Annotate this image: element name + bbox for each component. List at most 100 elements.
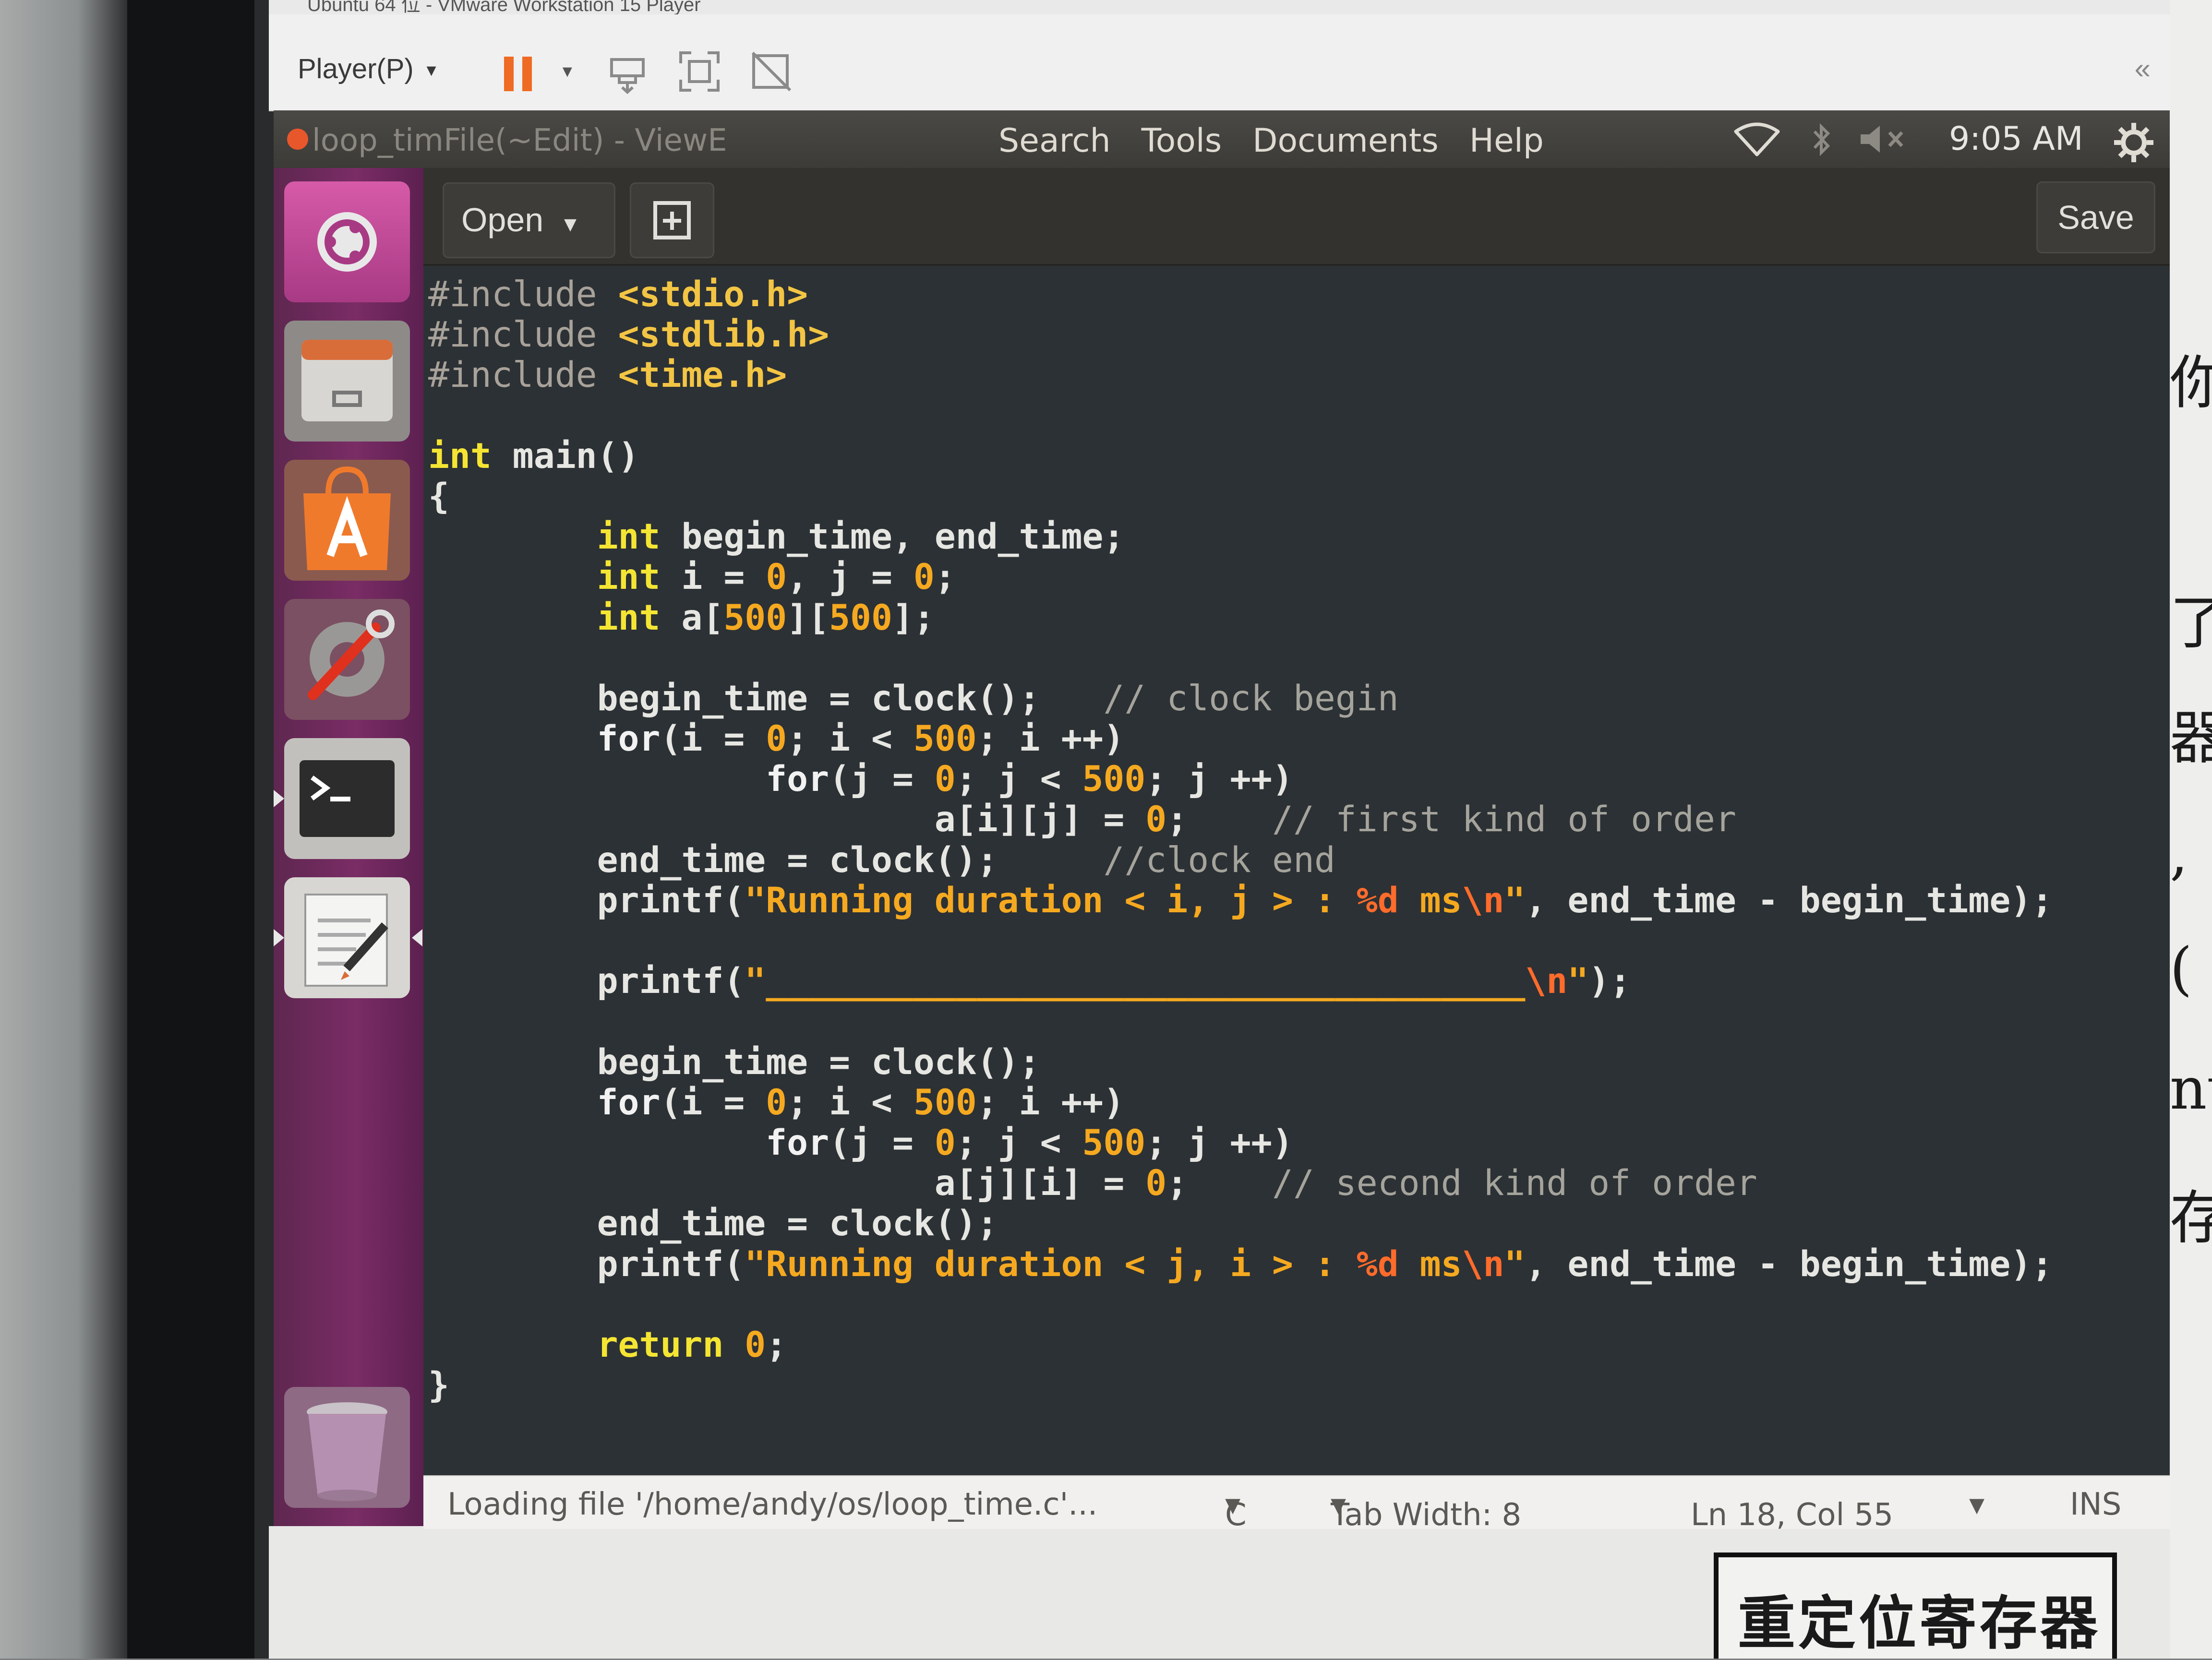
insert-mode[interactable]: INS (2070, 1487, 2121, 1522)
code-line: int begin_time, end_time; (597, 516, 1125, 558)
code-line: int i = 0, j = 0; (597, 557, 956, 598)
chevron-down-icon[interactable]: ▼ (559, 62, 576, 81)
running-indicator (274, 790, 284, 807)
launcher-text-editor-button[interactable] (284, 877, 410, 998)
player-menu-button[interactable]: Player(P) ▼ (298, 53, 439, 85)
code-line: printf("Running duration < i, j > : %d m… (428, 880, 2053, 921)
doc-char: 你 (2170, 350, 2212, 417)
code-line: end_time = clock(); (428, 1203, 998, 1244)
trash-icon (307, 1402, 387, 1501)
save-button[interactable]: Save (2036, 181, 2155, 253)
chevron-down-icon[interactable]: ▾ (1969, 1487, 1984, 1522)
monitor-bezel-strip (254, 0, 274, 1659)
background-document: 你 了 器 , ( nt 存 (2170, 0, 2212, 1659)
bluetooth-icon[interactable] (1810, 121, 1834, 159)
vmware-toolbar: Player(P) ▼ ▼ « (269, 14, 2170, 111)
vmware-title: Ubuntu 64 位 - VMware Workstation 15 Play… (307, 0, 701, 14)
code-line: for(i = 0; i < 500; i ++) (597, 718, 1125, 760)
open-button[interactable]: Open ▼ (443, 182, 615, 258)
terminal-icon (300, 760, 395, 837)
document-heading-box: 重定位寄存器 (1714, 1553, 2117, 1659)
code-line: ​ (428, 921, 2053, 961)
doc-char: 器 (2170, 705, 2212, 772)
launcher-settings-button[interactable] (284, 599, 410, 720)
code-line: #include <time.h> (428, 355, 787, 396)
window-title: loop_timFile(~Edit) - ViewE (312, 123, 727, 158)
document-heading: 重定位寄存器 (1738, 1590, 2101, 1657)
code-line: for(i = 0; i < 500; i ++) (597, 1082, 1125, 1123)
monitor-bezel-dark (127, 0, 262, 1659)
send-ctrl-alt-del-icon[interactable] (605, 49, 650, 94)
menu-bar: Search Tools Documents Help (998, 122, 1544, 160)
fullscreen-icon[interactable] (677, 49, 722, 94)
wifi-icon[interactable] (1733, 121, 1781, 157)
launcher-files-button[interactable] (284, 321, 410, 442)
volume-muted-icon[interactable] (1858, 121, 1911, 157)
ubuntu-logo-icon (317, 212, 377, 272)
code-line: int a[500][500]; (597, 597, 935, 638)
cursor-position-label: Ln 18, Col 55 (1691, 1497, 1894, 1533)
code-line: begin_time = clock(); // clock begin (428, 678, 1399, 719)
launcher-terminal-button[interactable] (284, 738, 410, 859)
doc-char: 了 (2170, 590, 2212, 657)
tab-width-label: Tab Width: 8 (1331, 1497, 1522, 1533)
code-line: begin_time = clock(); (428, 1041, 1040, 1083)
system-settings-icon (308, 609, 395, 700)
open-label: Open (461, 201, 544, 239)
chevron-down-icon: ▼ (423, 61, 440, 80)
menu-tools[interactable]: Tools (1142, 122, 1222, 160)
status-bar: Loading file '/home/andy/os/loop_time.c'… (423, 1475, 2170, 1533)
collapse-toolbar-icon[interactable]: « (2135, 52, 2151, 85)
doc-char: ( (2170, 936, 2192, 1003)
new-document-button[interactable] (630, 182, 714, 258)
shopping-bag-icon (303, 466, 391, 570)
unity-launcher (274, 168, 425, 1526)
code-line: printf("________________________________… (428, 961, 1631, 1002)
code-line: int main() (428, 435, 639, 477)
launcher-software-button[interactable] (284, 460, 410, 581)
language-selector[interactable]: C ▾ (1225, 1487, 1247, 1533)
launcher-dash-button[interactable] (284, 181, 410, 302)
code-line: #include <stdlib.h> (428, 314, 830, 356)
menu-help[interactable]: Help (1469, 122, 1544, 160)
clock[interactable]: 9:05 AM (1949, 120, 2083, 158)
code-line: return 0; (597, 1324, 787, 1365)
code-line: a[j][i] = 0; // second kind of order (428, 1163, 1757, 1204)
code-line: printf("Running duration < j, i > : %d m… (428, 1243, 2053, 1285)
launcher-trash-button[interactable] (284, 1387, 410, 1508)
monitor-bezel-left (0, 0, 130, 1659)
file-cabinet-icon (301, 340, 393, 421)
code-line: ​ (428, 396, 2053, 436)
status-message: Loading file '/home/andy/os/loop_time.c'… (447, 1487, 1098, 1522)
code-line: for(j = 0; j < 500; j ++) (766, 759, 1293, 800)
menu-search[interactable]: Search (998, 122, 1111, 160)
source-code[interactable]: #include <stdio.h> #include <stdlib.h> #in… (428, 274, 2053, 1406)
code-line: a[i][j] = 0; // first kind of order (428, 799, 1736, 840)
code-line: end_time = clock(); //clock end (428, 839, 1335, 881)
close-window-icon[interactable] (287, 129, 308, 150)
doc-char: nt (2170, 1056, 2212, 1123)
vmware-title-bar: Ubuntu 64 位 - VMware Workstation 15 Play… (269, 0, 2170, 14)
new-document-icon (653, 201, 691, 239)
unity-mode-icon[interactable] (749, 49, 794, 94)
gear-icon[interactable] (2112, 121, 2155, 164)
code-line: ​ (428, 1002, 2053, 1042)
pause-icon[interactable] (504, 57, 534, 91)
doc-char: 存 (2170, 1185, 2212, 1252)
code-line: for(j = 0; j < 500; j ++) (766, 1122, 1293, 1163)
code-line: ​ (428, 1285, 2053, 1325)
code-line: ​ (428, 638, 2053, 679)
ubuntu-top-panel: loop_timFile(~Edit) - ViewE Search Tools… (274, 110, 2170, 168)
text-editor-icon (304, 894, 388, 987)
code-line: } (428, 1365, 449, 1406)
menu-documents[interactable]: Documents (1252, 122, 1439, 160)
focused-indicator (412, 929, 422, 946)
code-line: #include <stdio.h> (428, 274, 808, 315)
tab-width-selector[interactable]: Tab Width: 8 ▾ (1331, 1487, 1521, 1533)
gedit-header-bar: Open ▼ Save (423, 168, 2170, 266)
language-label: C (1225, 1497, 1247, 1533)
chevron-down-icon: ▼ (560, 213, 581, 236)
code-line: { (428, 476, 449, 517)
running-indicator (274, 929, 284, 946)
code-editor[interactable]: #include <stdio.h> #include <stdlib.h> #in… (423, 266, 2170, 1475)
